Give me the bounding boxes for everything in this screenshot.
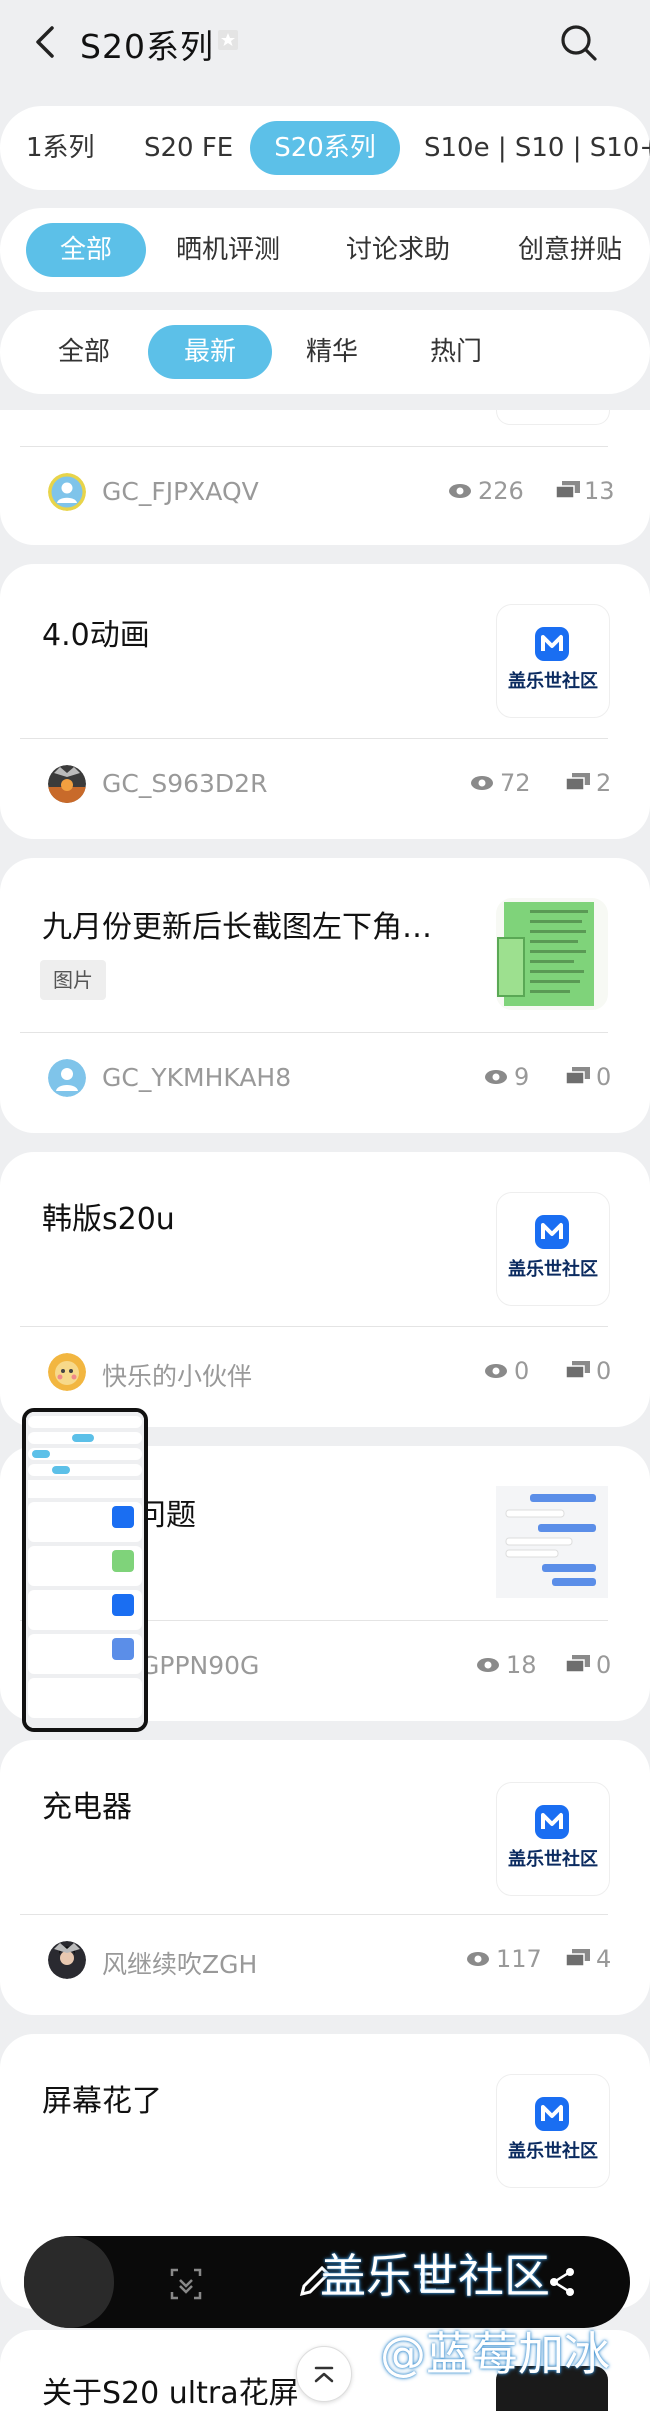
post-card[interactable]: GC_FJPXAQV 226 13 [0, 410, 650, 545]
view-count: 117 [496, 1945, 542, 1973]
post-thumbnail [496, 410, 610, 425]
comment-count: 13 [584, 477, 615, 505]
author-row: GC_YKMHKAH8 9 0 [0, 1033, 650, 1123]
post-card[interactable]: 九月份更新后长截图左下角… 图片 GC_YKMHKAH8 9 0 [0, 858, 650, 1133]
post-title: 充电器 [42, 1790, 132, 1825]
avatar[interactable] [48, 1353, 86, 1391]
tab-s20-series[interactable]: S20系列 [250, 121, 400, 175]
author-row: 风继续吹ZGH 117 4 [0, 1915, 650, 2005]
app-logo-icon [535, 1215, 569, 1249]
tab-category-review[interactable]: 晒机评测 [176, 208, 280, 292]
comment-icon [556, 481, 580, 499]
author-name[interactable]: 快乐的小伙伴 [102, 1357, 252, 1393]
views-icon [449, 484, 471, 498]
avatar[interactable] [48, 1059, 86, 1097]
author-row: GC_FJPXAQV 226 13 [0, 447, 650, 537]
view-count: 0 [514, 1357, 530, 1385]
avatar[interactable] [48, 1941, 86, 1979]
author-name[interactable]: GC_YKMHKAH8 [102, 1063, 291, 1092]
tab-sort-hot[interactable]: 热门 [430, 310, 482, 394]
views-icon [467, 1952, 489, 1966]
comment-count: 4 [596, 1945, 612, 1973]
post-title: 韩版s20u [42, 1202, 175, 1237]
post-card[interactable]: 充电器 盖乐世社区 风继续吹ZGH 117 4 [0, 1740, 650, 2015]
app-logo-text: 盖乐世社区 [508, 2141, 598, 2162]
comment-count: 2 [596, 769, 612, 797]
author-name[interactable]: GPPN90G [140, 1651, 259, 1680]
view-count: 226 [478, 477, 524, 505]
circle-button[interactable] [24, 2236, 114, 2328]
app-logo-thumbnail: 盖乐世社区 [496, 604, 610, 718]
comment-count: 0 [596, 1063, 612, 1091]
watermark-handle: @蓝莓加冰 [380, 2327, 610, 2381]
chevron-up-icon [314, 2366, 334, 2383]
author-name[interactable]: 风继续吹ZGH [102, 1945, 257, 1981]
app-logo-text: 盖乐世社区 [508, 671, 598, 692]
views-icon [477, 1658, 499, 1672]
screenshot-preview-image [26, 1412, 144, 1728]
app-logo-text: 盖乐世社区 [508, 1849, 598, 1870]
view-count: 18 [506, 1651, 537, 1679]
comment-icon [566, 1655, 590, 1673]
series-tab-bar: 1系列 S20 FE S20系列 S10e | S10 | S10+ [0, 106, 650, 190]
post-tag: 图片 [40, 960, 106, 1000]
search-icon[interactable] [558, 22, 600, 64]
post-card[interactable]: 韩版s20u 盖乐世社区 快乐的小伙伴 0 0 [0, 1152, 650, 1427]
tab-s20-fe[interactable]: S20 FE [144, 106, 233, 190]
tab-series-1[interactable]: 1系列 [26, 106, 95, 190]
app-logo-icon [535, 627, 569, 661]
post-title: 关于S20 ultra花屏 [42, 2376, 299, 2411]
comment-icon [566, 773, 590, 791]
avatar[interactable] [48, 473, 86, 511]
comment-count: 0 [596, 1651, 612, 1679]
sort-tab-bar: 全部 最新 精华 热门 [0, 310, 650, 394]
views-icon [471, 776, 493, 790]
author-row: GC_S963D2R 72 2 [0, 739, 650, 829]
comment-count: 0 [596, 1357, 612, 1385]
post-card[interactable]: 4.0动画 盖乐世社区 GC_S963D2R 72 2 [0, 564, 650, 839]
post-title: 屏幕花了 [42, 2084, 162, 2119]
comment-icon [566, 1067, 590, 1085]
tab-category-help[interactable]: 讨论求助 [346, 208, 450, 292]
app-logo-icon [535, 1805, 569, 1839]
top-bar: S20系列 [0, 0, 650, 90]
favorite-star-icon[interactable] [216, 28, 240, 52]
author-name[interactable]: GC_FJPXAQV [102, 477, 259, 506]
tab-sort-all[interactable]: 全部 [58, 310, 110, 394]
screenshot-thumbnail [496, 898, 608, 1010]
app-logo-text: 盖乐世社区 [508, 1259, 598, 1280]
page-title: S20系列 [80, 27, 214, 66]
post-title: 九月份更新后长截图左下角… [42, 910, 432, 945]
views-icon [485, 1364, 507, 1378]
author-name[interactable]: GC_S963D2R [102, 769, 267, 798]
avatar[interactable] [48, 765, 86, 803]
watermark-brand: 盖乐世社区 [320, 2249, 550, 2303]
category-tab-bar: 全部 晒机评测 讨论求助 创意拼贴 [0, 208, 650, 292]
post-title: 4.0动画 [42, 618, 150, 653]
app-logo-thumbnail: 盖乐世社区 [496, 2074, 610, 2188]
tab-sort-featured[interactable]: 精华 [306, 310, 358, 394]
tab-s10-series[interactable]: S10e | S10 | S10+ [424, 106, 650, 190]
view-count: 72 [500, 769, 531, 797]
comment-icon [566, 1361, 590, 1379]
comment-icon [566, 1949, 590, 1967]
app-logo-thumbnail: 盖乐世社区 [496, 1782, 610, 1896]
scroll-to-top-button[interactable] [296, 2346, 352, 2402]
tab-category-collage[interactable]: 创意拼贴 [518, 208, 622, 292]
app-logo-thumbnail: 盖乐世社区 [496, 1192, 610, 1306]
chat-screenshot-thumbnail [496, 1486, 608, 1598]
view-count: 9 [514, 1063, 530, 1091]
scroll-capture-icon[interactable] [168, 2266, 204, 2302]
author-row: 快乐的小伙伴 0 0 [0, 1327, 650, 1417]
app-logo-icon [535, 2097, 569, 2131]
tab-sort-latest[interactable]: 最新 [148, 325, 272, 379]
back-arrow-icon[interactable] [28, 22, 68, 62]
tab-category-all[interactable]: 全部 [26, 223, 146, 277]
screenshot-preview[interactable] [22, 1408, 148, 1732]
views-icon [485, 1070, 507, 1084]
